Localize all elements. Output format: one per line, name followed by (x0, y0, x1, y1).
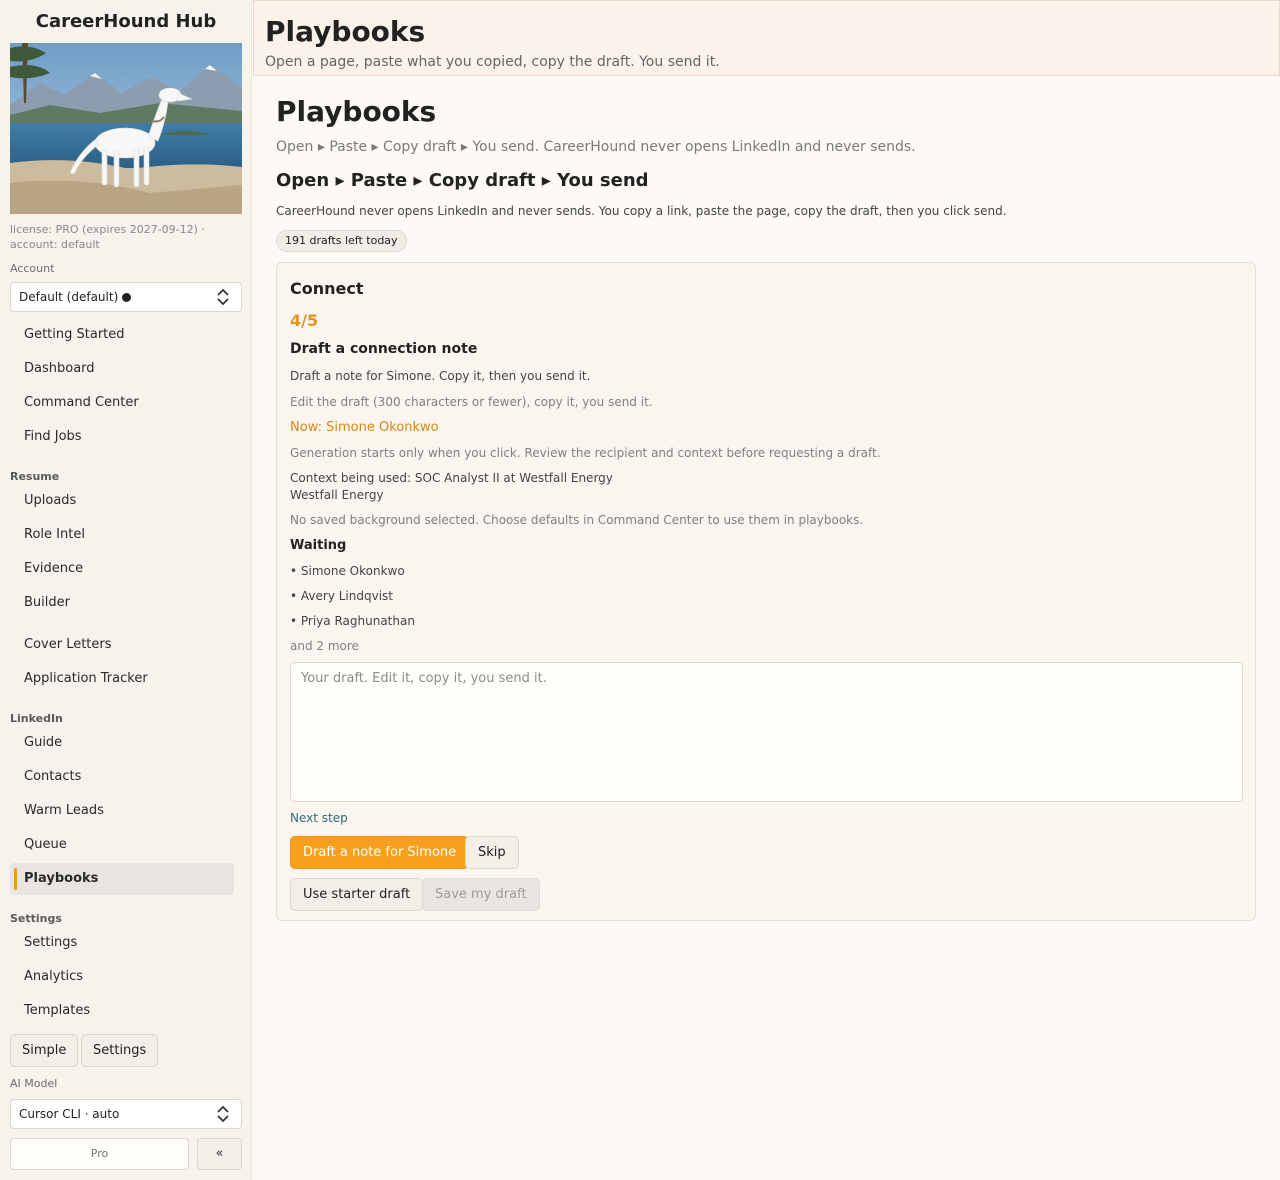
list-item: • Avery Lindqvist (290, 589, 393, 603)
draft-textarea[interactable] (290, 662, 1243, 802)
drafts-left-badge: 191 drafts left today (276, 230, 407, 252)
page-title: Playbooks (276, 95, 437, 128)
sidebar-item-analytics[interactable]: Analytics (10, 961, 234, 993)
more-count: and 2 more (290, 639, 359, 653)
simple-mode-button[interactable]: Simple (10, 1034, 79, 1067)
account-select[interactable]: Default (default) (10, 282, 242, 312)
next-step-label: Next step (290, 811, 348, 825)
list-item: • Priya Raghunathan (290, 614, 415, 628)
sidebar-item-queue[interactable]: Queue (10, 829, 234, 861)
instruction-text: Draft a note for Simone. Copy it, then y… (290, 369, 591, 383)
header-subtitle: Open a page, paste what you copied, copy… (265, 54, 720, 70)
app-title: CareerHound Hub (35, 11, 217, 32)
sidebar-item-getting-started[interactable]: Getting Started (10, 319, 234, 351)
sidebar-item-guide[interactable]: Guide (10, 727, 234, 759)
sidebar-item-builder[interactable]: Builder (10, 587, 234, 619)
ai-model-select[interactable]: Cursor CLI · auto (10, 1099, 242, 1129)
group-label-settings: Settings (10, 912, 62, 925)
flow-description: CareerHound never opens LinkedIn and nev… (276, 204, 1007, 218)
sidebar-item-cover-letters[interactable]: Cover Letters (10, 629, 234, 661)
sidebar-item-role-intel[interactable]: Role Intel (10, 519, 234, 551)
group-label-linkedin: LinkedIn (10, 712, 63, 725)
background-note: No saved background selected. Choose def… (290, 513, 864, 527)
group-label-resume: Resume (10, 470, 60, 483)
sidebar-item-command-center[interactable]: Command Center (10, 387, 234, 419)
context-line: Context being used: SOC Analyst II at We… (290, 471, 613, 485)
license-info: license: PRO (expires 2027-09-12) · acco… (10, 223, 205, 251)
use-starter-draft-button[interactable]: Use starter draft (290, 878, 424, 911)
sidebar-item-uploads[interactable]: Uploads (10, 485, 234, 517)
sidebar-item-templates[interactable]: Templates (10, 995, 234, 1027)
sidebar-item-find-jobs[interactable]: Find Jobs (10, 421, 234, 453)
sidebar-item-warm-leads[interactable]: Warm Leads (10, 795, 234, 827)
sidebar-item-contacts[interactable]: Contacts (10, 761, 234, 793)
header-title: Playbooks (265, 15, 426, 48)
flow-heading: Open ▸ Paste ▸ Copy draft ▸ You send (276, 170, 649, 191)
page-header: Playbooks Open a page, paste what you co… (253, 0, 1280, 76)
card-title: Connect (290, 279, 364, 298)
step-counter: 4/5 (290, 311, 319, 330)
step-title: Draft a connection note (290, 341, 478, 357)
account-select-value: Default (default) (19, 290, 119, 304)
ai-model-select-value: Cursor CLI · auto (19, 1107, 120, 1121)
skip-button[interactable]: Skip (465, 836, 519, 869)
current-recipient: Now: Simone Okonkwo (290, 420, 439, 435)
account-label: Account (10, 262, 55, 275)
edit-hint: Edit the draft (300 characters or fewer)… (290, 395, 653, 409)
connect-card: Connect 4/5 Draft a connection note Draf… (276, 262, 1256, 921)
sidebar-item-dashboard[interactable]: Dashboard (10, 353, 234, 385)
sidebar-item-evidence[interactable]: Evidence (10, 553, 234, 585)
pro-button[interactable]: Pro (10, 1138, 189, 1170)
ai-model-label: AI Model (10, 1077, 58, 1090)
collapse-sidebar-button[interactable]: « (197, 1138, 242, 1170)
sidebar-item-settings[interactable]: Settings (10, 927, 234, 959)
context-company: Westfall Energy (290, 488, 384, 502)
hero-image (10, 43, 242, 214)
draft-note-button[interactable]: Draft a note for Simone (290, 836, 470, 869)
sidebar-item-playbooks[interactable]: Playbooks (10, 863, 234, 895)
sidebar-item-application-tracker[interactable]: Application Tracker (10, 663, 234, 695)
generation-note: Generation starts only when you click. R… (290, 446, 881, 460)
sidebar: CareerHound Hub license: PRO (expires 20… (0, 0, 252, 1180)
settings-mode-button[interactable]: Settings (81, 1034, 159, 1067)
list-item: • Simone Okonkwo (290, 564, 405, 578)
page-subtitle: Open ▸ Paste ▸ Copy draft ▸ You send. Ca… (276, 139, 916, 155)
status-dot-icon (122, 293, 132, 302)
updown-chevron-icon (217, 1105, 229, 1123)
save-draft-button[interactable]: Save my draft (422, 878, 540, 911)
updown-chevron-icon (217, 288, 229, 306)
waiting-label: Waiting (290, 538, 347, 553)
